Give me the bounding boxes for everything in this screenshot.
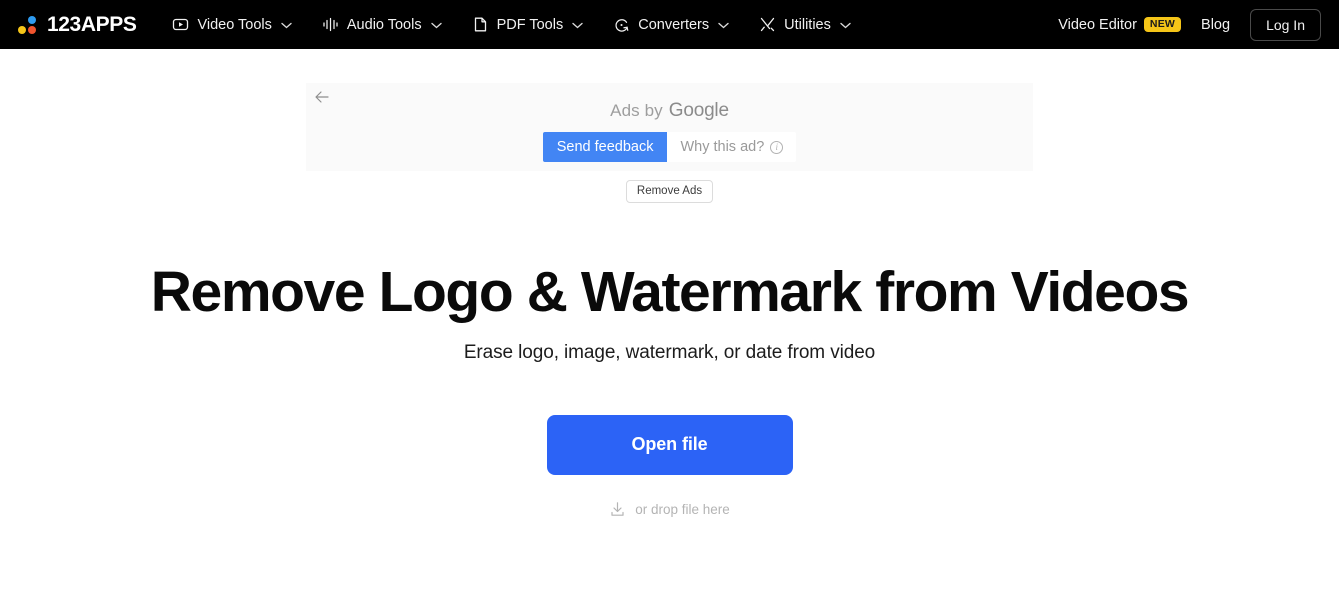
nav-item-video-tools[interactable]: Video Tools — [160, 8, 303, 41]
crossed-tools-icon — [759, 16, 776, 33]
nav-item-converters[interactable]: Converters — [601, 8, 741, 41]
google-ad-panel: Ads by Google Send feedback Why this ad?… — [306, 83, 1033, 171]
nav-item-pdf-tools[interactable]: PDF Tools — [460, 8, 596, 41]
logo-dots-icon — [16, 15, 38, 35]
nav-item-label: Audio Tools — [346, 16, 422, 33]
advertisement-region: Ads by Google Send feedback Why this ad?… — [0, 49, 1339, 203]
primary-nav: Video Tools Audio Tools PDF Tools Conver… — [160, 8, 862, 41]
chevron-down-icon — [572, 17, 583, 33]
ads-by-google-label: Ads by Google — [610, 100, 729, 122]
info-icon: i — [770, 140, 784, 154]
nav-link-blog[interactable]: Blog — [1201, 17, 1230, 33]
video-editor-label: Video Editor — [1058, 16, 1137, 33]
nav-item-label: Video Tools — [197, 16, 272, 33]
chevron-down-icon — [430, 17, 442, 33]
page-title: Remove Logo & Watermark from Videos — [150, 260, 1190, 324]
nav-item-label: Utilities — [784, 16, 831, 33]
chevron-down-icon — [718, 17, 729, 33]
nav-link-video-editor[interactable]: Video Editor NEW — [1058, 16, 1182, 33]
document-icon — [472, 16, 489, 33]
download-icon — [609, 501, 626, 518]
refresh-circle-icon — [613, 16, 630, 33]
logo-text: 123APPS — [47, 12, 137, 36]
login-button[interactable]: Log In — [1250, 8, 1321, 41]
remove-ads-button[interactable]: Remove Ads — [625, 180, 714, 203]
back-arrow-icon[interactable] — [312, 87, 332, 107]
blog-label: Blog — [1201, 16, 1231, 33]
chevron-down-icon — [840, 17, 851, 33]
chevron-down-icon — [281, 17, 292, 33]
why-this-ad-label: Why this ad? — [680, 139, 765, 155]
ad-action-buttons: Send feedback Why this ad? i — [542, 132, 797, 162]
nav-item-utilities[interactable]: Utilities — [747, 8, 863, 41]
why-this-ad-button[interactable]: Why this ad? i — [667, 132, 797, 162]
open-file-button[interactable]: Open file — [546, 414, 793, 475]
send-feedback-button[interactable]: Send feedback — [542, 132, 668, 162]
drop-file-label: or drop file here — [635, 501, 730, 517]
nav-item-label: PDF Tools — [496, 16, 564, 33]
google-wordmark: Google — [668, 100, 729, 121]
hero-section: Remove Logo & Watermark from Videos Eras… — [0, 203, 1339, 518]
play-square-icon — [172, 16, 189, 33]
drop-file-hint[interactable]: or drop file here — [609, 501, 730, 518]
secondary-nav: Video Editor NEW Blog Log In — [1058, 8, 1321, 41]
page-subtitle: Erase logo, image, watermark, or date fr… — [463, 341, 876, 363]
new-badge: NEW — [1143, 17, 1182, 32]
top-navbar: 123APPS Video Tools Audio Tools PDF Tool… — [0, 0, 1339, 49]
nav-item-audio-tools[interactable]: Audio Tools — [310, 8, 454, 41]
nav-item-label: Converters — [638, 16, 710, 33]
logo-123apps[interactable]: 123APPS — [16, 12, 137, 37]
waveform-icon — [322, 16, 339, 33]
ads-by-prefix: Ads by — [610, 101, 663, 120]
